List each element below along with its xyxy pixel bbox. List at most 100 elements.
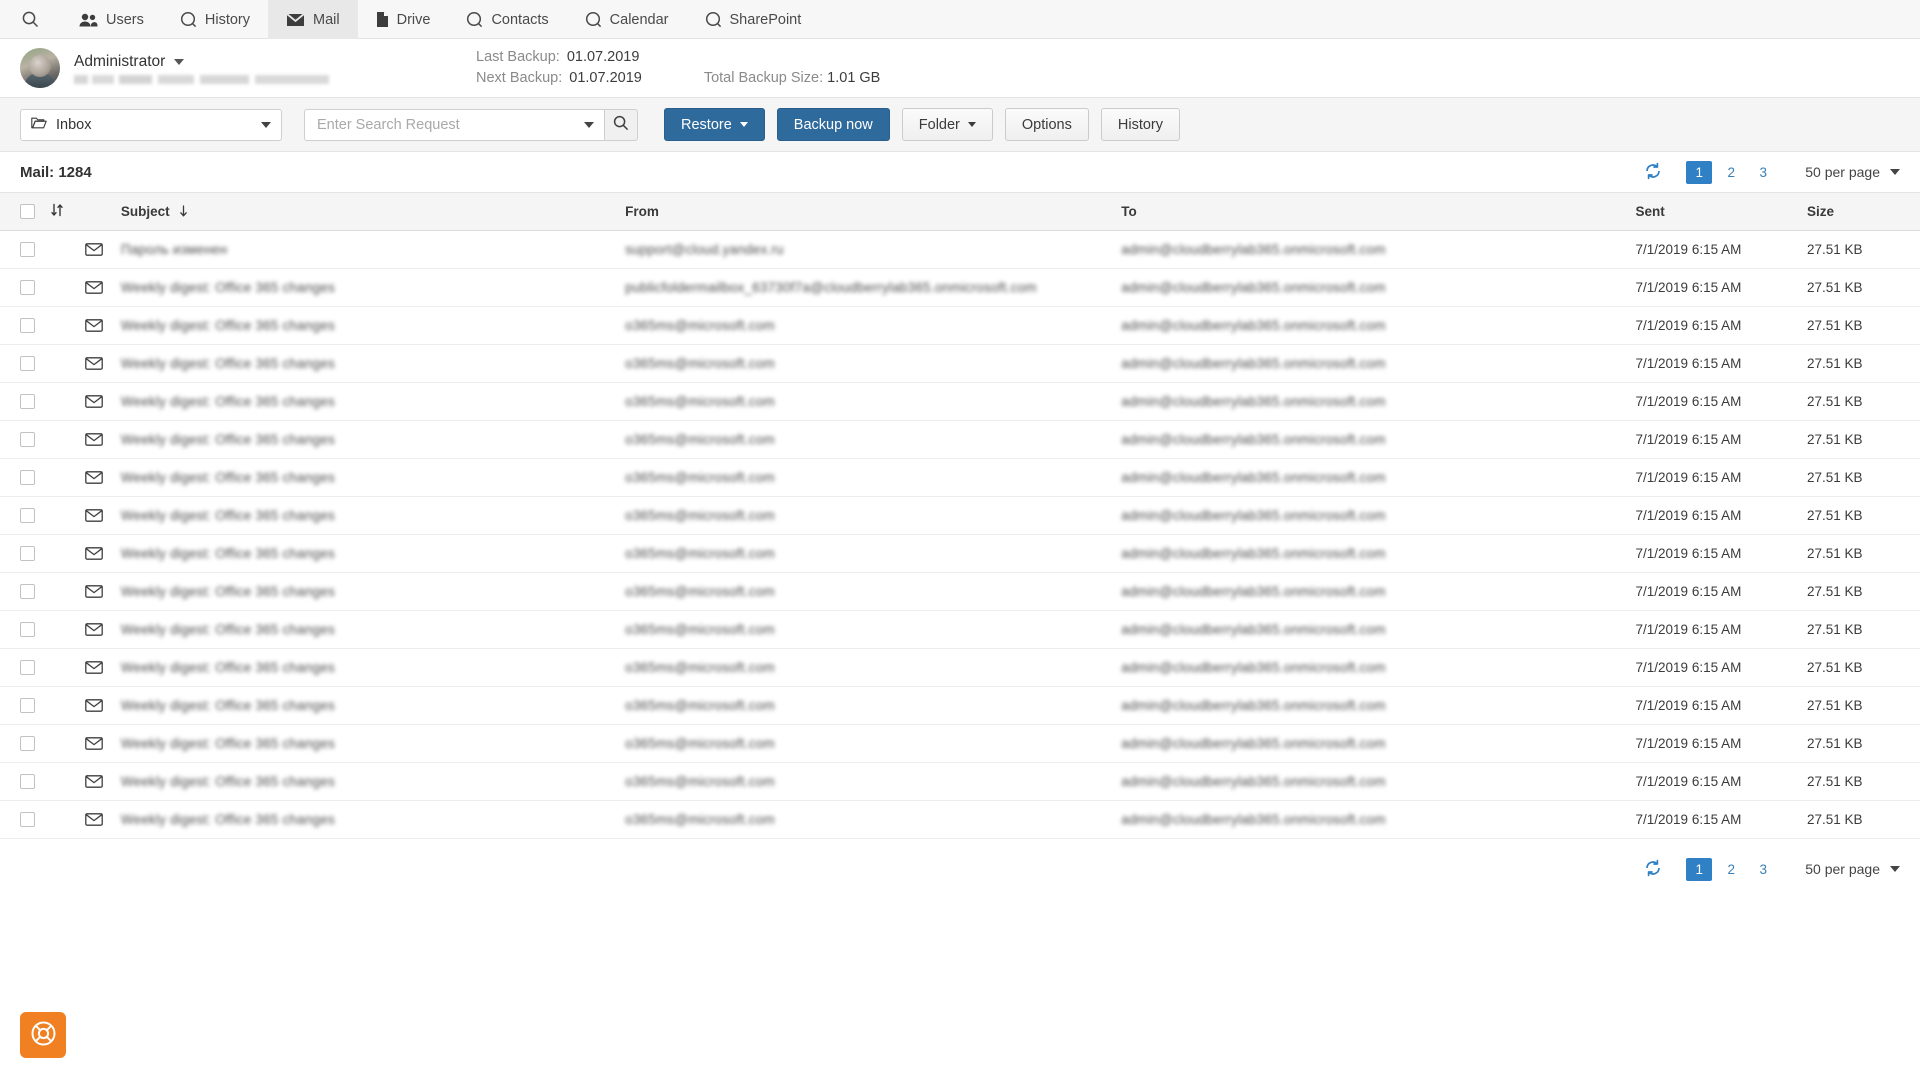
- row-select-cell: [0, 762, 43, 801]
- row-size: 27.51 KB: [1798, 230, 1920, 269]
- row-checkbox[interactable]: [20, 318, 35, 333]
- per-page-select[interactable]: 50 per page: [1805, 164, 1900, 180]
- nav-item-calendar[interactable]: Calendar: [567, 0, 687, 39]
- options-button-label: Options: [1021, 116, 1072, 133]
- row-icon-cell: [76, 800, 113, 839]
- table-row[interactable]: Weekly digest: Office 365 changes o365ms@…: [0, 534, 1920, 573]
- table-row[interactable]: Weekly digest: Office 365 changes o365ms@…: [0, 306, 1920, 345]
- restore-button[interactable]: Restore: [664, 108, 765, 141]
- header-from[interactable]: From: [617, 192, 1114, 231]
- row-checkbox[interactable]: [20, 660, 35, 675]
- row-spacer-cell: [42, 800, 77, 839]
- row-to-text: admin@cloudberrylab365.onmicrosoft.com: [1121, 812, 1386, 827]
- global-search-button[interactable]: [0, 0, 61, 39]
- search-input[interactable]: [304, 108, 604, 141]
- table-row[interactable]: Weekly digest: Office 365 changes o365ms@…: [0, 382, 1920, 421]
- nav-item-users[interactable]: Users: [61, 0, 162, 39]
- table-row[interactable]: Weekly digest: Office 365 changes publicf…: [0, 268, 1920, 307]
- row-checkbox[interactable]: [20, 432, 35, 447]
- folder-button[interactable]: Folder: [901, 108, 993, 141]
- header-subject[interactable]: Subject: [112, 192, 618, 231]
- row-subject-text: Weekly digest: Office 365 changes: [120, 432, 335, 447]
- row-sent: 7/1/2019 6:15 AM: [1627, 610, 1799, 649]
- page-button-2[interactable]: 2: [1718, 161, 1744, 184]
- envelope-icon: [84, 471, 105, 484]
- envelope-icon: [84, 509, 105, 522]
- history-button[interactable]: History: [1100, 108, 1180, 141]
- row-select-cell: [0, 344, 43, 383]
- row-checkbox[interactable]: [20, 280, 35, 295]
- table-row[interactable]: Weekly digest: Office 365 changes o365ms@…: [0, 724, 1920, 763]
- row-select-cell: [0, 534, 43, 573]
- nav-item-contacts[interactable]: Contacts: [448, 0, 566, 39]
- row-checkbox[interactable]: [20, 812, 35, 827]
- chevron-down-icon: [1890, 169, 1900, 175]
- row-checkbox[interactable]: [20, 508, 35, 523]
- row-to: admin@cloudberrylab365.onmicrosoft.com: [1113, 572, 1628, 611]
- per-page-select-bottom[interactable]: 50 per page: [1805, 861, 1900, 877]
- row-checkbox[interactable]: [20, 774, 35, 789]
- sort-toggle-header[interactable]: [42, 192, 77, 231]
- row-checkbox[interactable]: [20, 356, 35, 371]
- search-submit-button[interactable]: [604, 108, 638, 141]
- sort-icon: [50, 203, 64, 220]
- refresh-button[interactable]: [1639, 158, 1667, 186]
- table-row[interactable]: Weekly digest: Office 365 changes o365ms@…: [0, 458, 1920, 497]
- row-size: 27.51 KB: [1798, 686, 1920, 725]
- page-button-3-bottom[interactable]: 3: [1750, 858, 1776, 881]
- row-checkbox[interactable]: [20, 242, 35, 257]
- row-checkbox[interactable]: [20, 470, 35, 485]
- row-to: admin@cloudberrylab365.onmicrosoft.com: [1113, 382, 1628, 421]
- options-button[interactable]: Options: [1004, 108, 1089, 141]
- header-size-label: Size: [1806, 204, 1834, 219]
- header-sent[interactable]: Sent: [1627, 192, 1799, 231]
- folder-select[interactable]: Inbox: [20, 108, 282, 141]
- row-sent: 7/1/2019 6:15 AM: [1627, 648, 1799, 687]
- header-to[interactable]: To: [1113, 192, 1628, 231]
- sharepoint-icon: [705, 11, 722, 28]
- table-row[interactable]: Пароль изменен support@cloud.yandex.ru adm…: [0, 230, 1920, 269]
- refresh-button-bottom[interactable]: [1639, 855, 1667, 883]
- backup-now-button[interactable]: Backup now: [776, 108, 890, 141]
- row-from-text: o365ms@microsoft.com: [625, 812, 775, 827]
- mail-count: Mail: 1284: [20, 163, 92, 181]
- select-all-checkbox[interactable]: [20, 204, 35, 219]
- chevron-down-icon: [967, 122, 976, 127]
- table-row[interactable]: Weekly digest: Office 365 changes o365ms@…: [0, 648, 1920, 687]
- row-select-cell: [0, 686, 43, 725]
- user-menu-trigger[interactable]: Administrator: [74, 53, 329, 71]
- nav-item-history[interactable]: History: [162, 0, 268, 39]
- select-all-header: [0, 192, 43, 231]
- nav-item-drive[interactable]: Drive: [358, 0, 449, 39]
- mail-table-body: Пароль изменен support@cloud.yandex.ru adm…: [0, 230, 1920, 839]
- row-subject-text: Weekly digest: Office 365 changes: [120, 774, 335, 789]
- nav-item-sharepoint[interactable]: SharePoint: [687, 0, 820, 39]
- header-size[interactable]: Size: [1798, 192, 1920, 231]
- row-spacer-cell: [42, 230, 77, 269]
- row-checkbox[interactable]: [20, 736, 35, 751]
- row-checkbox[interactable]: [20, 698, 35, 713]
- page-button-1[interactable]: 1: [1686, 160, 1713, 184]
- envelope-icon: [84, 357, 105, 370]
- row-icon-cell: [76, 496, 113, 535]
- support-chat-button[interactable]: [20, 1012, 66, 1058]
- table-row[interactable]: Weekly digest: Office 365 changes o365ms@…: [0, 800, 1920, 839]
- table-row[interactable]: Weekly digest: Office 365 changes o365ms@…: [0, 762, 1920, 801]
- table-row[interactable]: Weekly digest: Office 365 changes o365ms@…: [0, 572, 1920, 611]
- row-size: 27.51 KB: [1798, 496, 1920, 535]
- row-size: 27.51 KB: [1798, 458, 1920, 497]
- row-checkbox[interactable]: [20, 394, 35, 409]
- row-checkbox[interactable]: [20, 584, 35, 599]
- table-row[interactable]: Weekly digest: Office 365 changes o365ms@…: [0, 686, 1920, 725]
- page-button-3[interactable]: 3: [1750, 161, 1776, 184]
- table-row[interactable]: Weekly digest: Office 365 changes o365ms@…: [0, 344, 1920, 383]
- table-row[interactable]: Weekly digest: Office 365 changes o365ms@…: [0, 496, 1920, 535]
- nav-item-mail[interactable]: Mail: [268, 0, 358, 39]
- page-button-1-bottom[interactable]: 1: [1686, 857, 1713, 881]
- pagination-bottom: 1 2 3 50 per page: [1639, 855, 1900, 883]
- row-checkbox[interactable]: [20, 546, 35, 561]
- page-button-2-bottom[interactable]: 2: [1718, 858, 1744, 881]
- row-checkbox[interactable]: [20, 622, 35, 637]
- table-row[interactable]: Weekly digest: Office 365 changes o365ms@…: [0, 610, 1920, 649]
- table-row[interactable]: Weekly digest: Office 365 changes o365ms@…: [0, 420, 1920, 459]
